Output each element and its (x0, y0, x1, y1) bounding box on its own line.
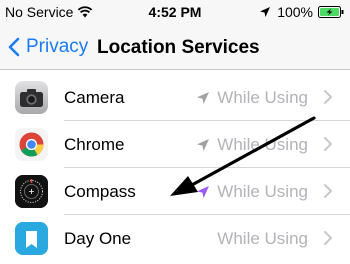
annotation-arrow-icon (170, 116, 316, 196)
